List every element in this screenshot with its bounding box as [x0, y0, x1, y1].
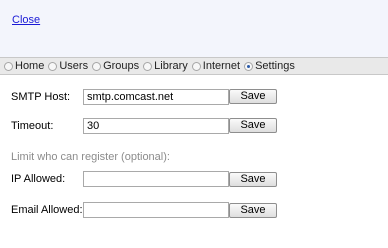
ip-allowed-label: IP Allowed:	[11, 173, 66, 185]
radio-internet[interactable]	[191, 61, 201, 71]
radio-users[interactable]	[48, 61, 58, 71]
ip-allowed-save-button[interactable]: Save	[229, 172, 277, 187]
smtp-host-input[interactable]	[83, 89, 229, 105]
close-link[interactable]: Close	[12, 14, 40, 26]
smtp-host-label: SMTP Host:	[11, 91, 71, 103]
nav-item-home[interactable]: Home	[4, 60, 44, 72]
nav-label-users: Users	[59, 60, 89, 72]
email-allowed-row: Email Allowed:	[11, 201, 83, 219]
email-allowed-save-button[interactable]: Save	[229, 203, 277, 218]
nav-item-settings[interactable]: Settings	[244, 60, 295, 72]
radio-settings[interactable]	[244, 61, 254, 71]
timeout-input[interactable]	[83, 118, 229, 134]
timeout-save-button[interactable]: Save	[229, 118, 277, 133]
nav-item-groups[interactable]: Groups	[92, 60, 139, 72]
settings-page: Close Home Users Groups Library Internet…	[0, 0, 388, 248]
nav-label-groups: Groups	[103, 60, 140, 72]
nav-item-users[interactable]: Users	[48, 60, 88, 72]
nav-label-internet: Internet	[202, 60, 241, 72]
nav-radio-bar: Home Users Groups Library Internet Setti…	[0, 57, 388, 75]
top-bar: Close	[0, 0, 388, 57]
radio-groups[interactable]	[92, 61, 102, 71]
nav-label-library: Library	[154, 60, 188, 72]
email-allowed-input[interactable]	[83, 202, 229, 218]
nav-label-home: Home	[15, 60, 45, 72]
radio-home[interactable]	[4, 61, 13, 71]
smtp-host-save-button[interactable]: Save	[229, 89, 277, 104]
register-limit-hint: Limit who can register (optional):	[11, 151, 170, 163]
nav-label-settings: Settings	[255, 60, 295, 72]
nav-item-internet[interactable]: Internet	[191, 60, 241, 72]
radio-library[interactable]	[143, 61, 153, 71]
timeout-label: Timeout:	[11, 120, 54, 132]
ip-allowed-row: IP Allowed:	[11, 170, 65, 188]
email-allowed-label: Email Allowed:	[11, 204, 83, 216]
ip-allowed-input[interactable]	[83, 171, 229, 187]
nav-item-library[interactable]: Library	[143, 60, 188, 72]
timeout-row: Timeout:	[11, 117, 53, 135]
smtp-host-row: SMTP Host:	[11, 88, 70, 106]
